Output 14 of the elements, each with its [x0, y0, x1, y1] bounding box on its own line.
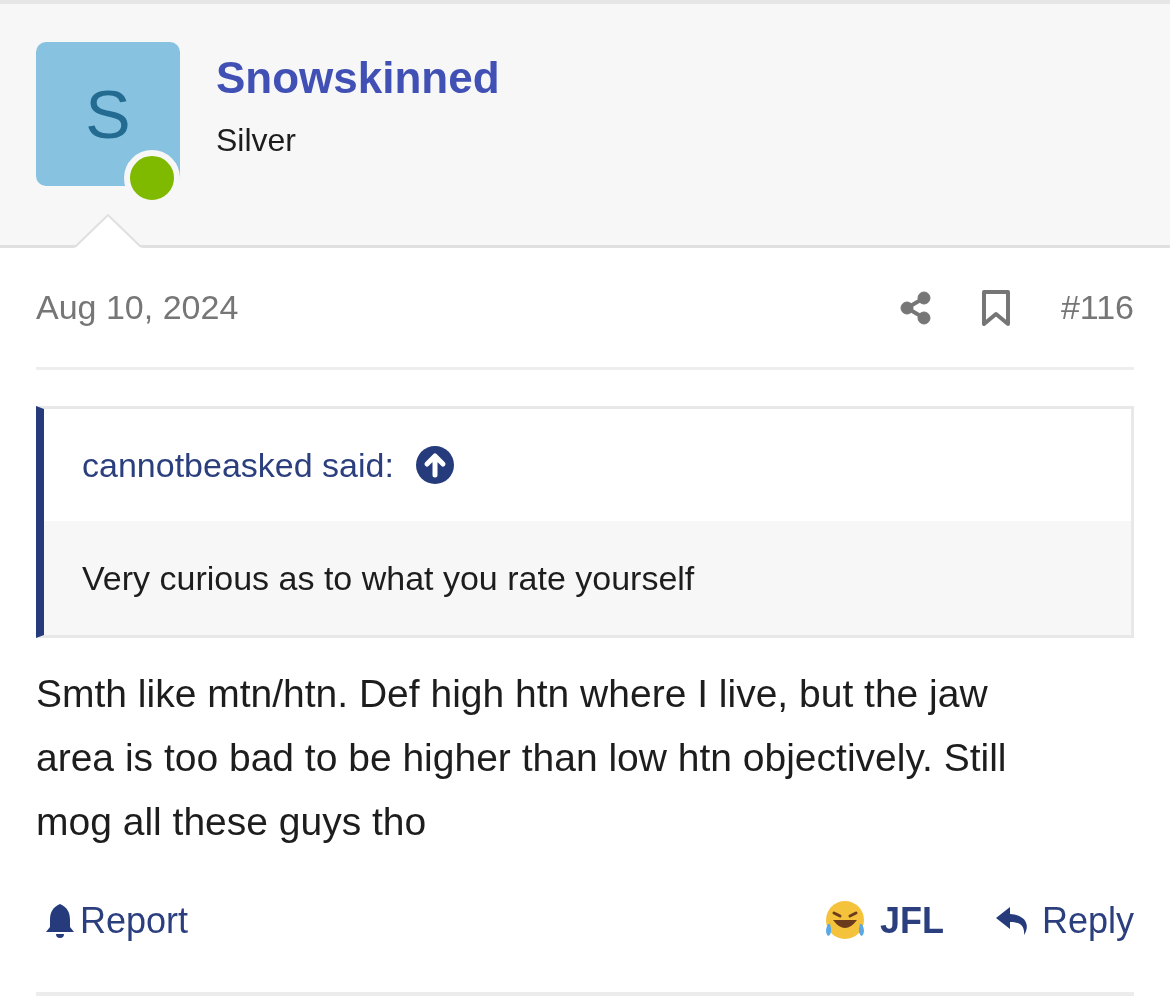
bookmark-icon[interactable] — [980, 288, 1011, 327]
reply-link[interactable]: Reply — [993, 894, 1134, 948]
report-link[interactable]: Report — [44, 894, 189, 948]
username-link[interactable]: Snowskinned — [216, 52, 500, 104]
post-body: Smth like mtn/htn. Def high htn where I live, but the jaw area is too bad to be higher than low htn objectively. Still mog all these guys tho — [36, 671, 1008, 845]
reaction-button[interactable]: JFL — [821, 894, 944, 948]
share-icon[interactable] — [898, 289, 933, 326]
quote-attribution[interactable]: cannotbeasked said: — [82, 439, 394, 491]
bell-icon — [44, 902, 76, 940]
user-title: Silver — [216, 121, 297, 160]
arrow-up-icon[interactable] — [415, 446, 454, 484]
post-number[interactable]: #116 — [1060, 282, 1134, 333]
quote-text: Very curious as to what you rate yourself — [82, 557, 695, 599]
post-date[interactable]: Aug 10, 2024 — [36, 282, 239, 333]
